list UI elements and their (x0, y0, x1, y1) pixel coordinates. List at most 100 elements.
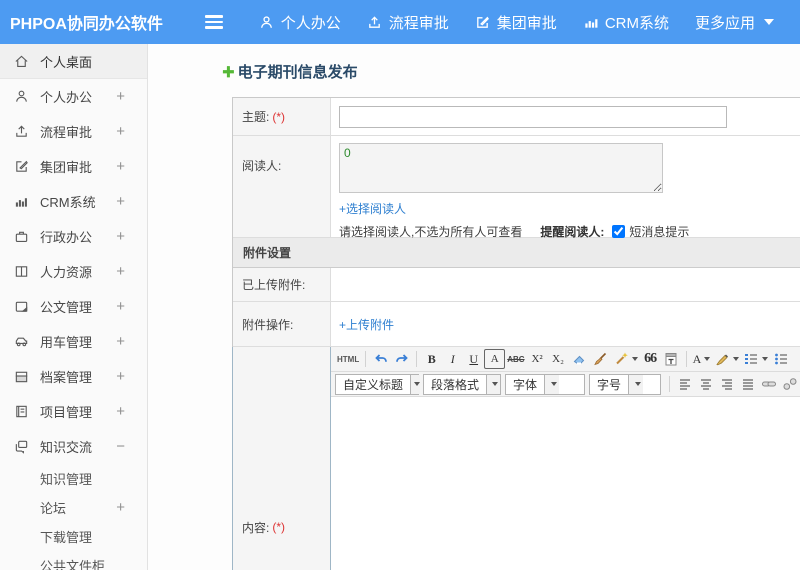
link-icon (761, 381, 776, 387)
sidebar-item-project-mgmt[interactable]: 项目管理 + (0, 394, 147, 429)
chevron-down-icon (631, 357, 638, 361)
html-source-button[interactable]: HTML (335, 349, 361, 369)
font-color-button[interactable]: A (691, 349, 713, 369)
main-content: ✚ 电子期刊信息发布 主题: (*) 阅读人: 0 +选择阅读人 请选择阅读人,… (148, 44, 800, 570)
autoformat-wand-button[interactable] (611, 349, 640, 369)
select-readers-link[interactable]: +选择阅读人 (339, 202, 406, 216)
sidebar-subitem-forum[interactable]: 论坛 + (0, 493, 147, 522)
edit-icon (16, 160, 28, 172)
archive-icon (15, 371, 28, 383)
chevron-down-icon (414, 382, 421, 386)
blockquote-button[interactable]: 66 (640, 349, 661, 369)
font-style-button[interactable]: A (484, 349, 506, 369)
nav-crm-system[interactable]: CRM系统 (583, 12, 669, 33)
remove-link-button[interactable] (779, 374, 800, 394)
expand-icon[interactable]: + (116, 88, 125, 105)
unlink-icon (783, 378, 796, 390)
uploaded-attachments-value (331, 268, 800, 301)
insert-link-button[interactable] (758, 374, 779, 394)
sidebar-subitem-public-cabinet[interactable]: 公共文件柜 (0, 551, 147, 570)
strikethrough-button[interactable]: ABC (505, 349, 526, 369)
editor-toolbar-row2: 自定义标题 段落格式 字体 字号 (331, 372, 800, 397)
expand-icon[interactable]: + (116, 333, 125, 350)
sidebar-item-knowledge-exchange[interactable]: 知识交流 − (0, 429, 147, 464)
add-icon: ✚ (222, 63, 235, 81)
italic-button[interactable]: I (442, 349, 463, 369)
upload-attachment-link[interactable]: +上传附件 (339, 316, 394, 333)
sidebar-item-workflow-approval[interactable]: 流程审批 + (0, 114, 147, 149)
menu-toggle-icon[interactable] (204, 15, 223, 29)
font-family-select[interactable]: 字体 (505, 373, 585, 395)
align-center-button[interactable] (695, 374, 716, 394)
highlight-color-button[interactable] (712, 349, 741, 369)
expand-icon[interactable]: + (116, 499, 125, 516)
ordered-list-button[interactable] (741, 349, 770, 369)
clipboard-icon (665, 353, 677, 366)
sidebar-item-personal-desktop[interactable]: 个人桌面 (0, 44, 147, 79)
expand-icon[interactable]: + (116, 193, 125, 210)
align-justify-button[interactable] (737, 374, 758, 394)
align-center-icon (700, 379, 711, 390)
nav-more-apps[interactable]: 更多应用 (695, 12, 774, 33)
user-icon (16, 90, 27, 102)
chevron-down-icon (492, 382, 498, 386)
top-nav: 个人办公 流程审批 集团审批 CRM系统 更多应用 (259, 12, 800, 33)
nav-group-approval[interactable]: 集团审批 (475, 12, 557, 33)
home-icon (15, 55, 28, 67)
sidebar-subitem-knowledge-mgmt[interactable]: 知识管理 (0, 464, 147, 493)
attachments-section-header: 附件设置 (233, 238, 800, 268)
chevron-down-icon (550, 382, 557, 386)
sidebar-item-crm-system[interactable]: CRM系统 + (0, 184, 147, 219)
briefcase-icon (15, 231, 28, 243)
expand-icon[interactable]: + (116, 158, 125, 175)
format-brush-button[interactable] (590, 349, 611, 369)
page-title: ✚ 电子期刊信息发布 (222, 63, 358, 82)
collapse-icon[interactable]: − (116, 438, 125, 455)
readers-note-text: 请选择阅读人,不选为所有人可查看 (339, 225, 523, 239)
heading-select[interactable]: 自定义标题 (335, 373, 421, 395)
document-icon (15, 301, 28, 312)
sidebar-item-personal-office[interactable]: 个人办公 + (0, 79, 147, 114)
superscript-button[interactable]: X² (527, 349, 548, 369)
readers-textarea[interactable]: 0 (339, 143, 663, 193)
sidebar-subitem-download-mgmt[interactable]: 下载管理 (0, 522, 147, 551)
expand-icon[interactable]: + (116, 403, 125, 420)
process-icon (16, 125, 27, 137)
align-left-button[interactable] (674, 374, 695, 394)
sidebar-item-human-resources[interactable]: 人力资源 + (0, 254, 147, 289)
car-icon (15, 337, 28, 347)
highlighter-icon (716, 354, 729, 366)
nav-personal-office[interactable]: 个人办公 (259, 12, 341, 33)
user-icon (259, 15, 274, 30)
subscript-button[interactable]: X₂ (548, 349, 569, 369)
content-label: 内容: (*) (233, 347, 331, 570)
sidebar-item-admin-office[interactable]: 行政办公 + (0, 219, 147, 254)
expand-icon[interactable]: + (116, 123, 125, 140)
expand-icon[interactable]: + (116, 228, 125, 245)
editor-content-area[interactable] (331, 397, 800, 570)
expand-icon[interactable]: + (116, 298, 125, 315)
sidebar-item-archive-mgmt[interactable]: 档案管理 + (0, 359, 147, 394)
undo-button[interactable] (370, 349, 391, 369)
process-icon (367, 15, 382, 30)
app-logo[interactable]: PHPOA协同办公软件 (0, 10, 173, 34)
redo-button[interactable] (391, 349, 412, 369)
subject-input[interactable] (339, 105, 727, 128)
expand-icon[interactable]: + (116, 263, 125, 280)
paste-text-button[interactable] (661, 349, 682, 369)
bullet-list-button[interactable] (770, 349, 791, 369)
font-size-select[interactable]: 字号 (589, 373, 661, 395)
uploaded-attachments-row: 已上传附件: (233, 268, 800, 302)
bold-button[interactable]: B (421, 349, 442, 369)
project-icon (16, 405, 27, 418)
nav-workflow-approval[interactable]: 流程审批 (367, 12, 449, 33)
eraser-button[interactable] (569, 349, 590, 369)
sidebar-item-official-docs[interactable]: 公文管理 + (0, 289, 147, 324)
sidebar-item-group-approval[interactable]: 集团审批 + (0, 149, 147, 184)
underline-button[interactable]: U (463, 349, 484, 369)
expand-icon[interactable]: + (116, 368, 125, 385)
paragraph-format-select[interactable]: 段落格式 (423, 373, 501, 395)
sidebar-item-vehicle-mgmt[interactable]: 用车管理 + (0, 324, 147, 359)
align-right-button[interactable] (716, 374, 737, 394)
sms-notify-checkbox[interactable] (612, 225, 626, 238)
